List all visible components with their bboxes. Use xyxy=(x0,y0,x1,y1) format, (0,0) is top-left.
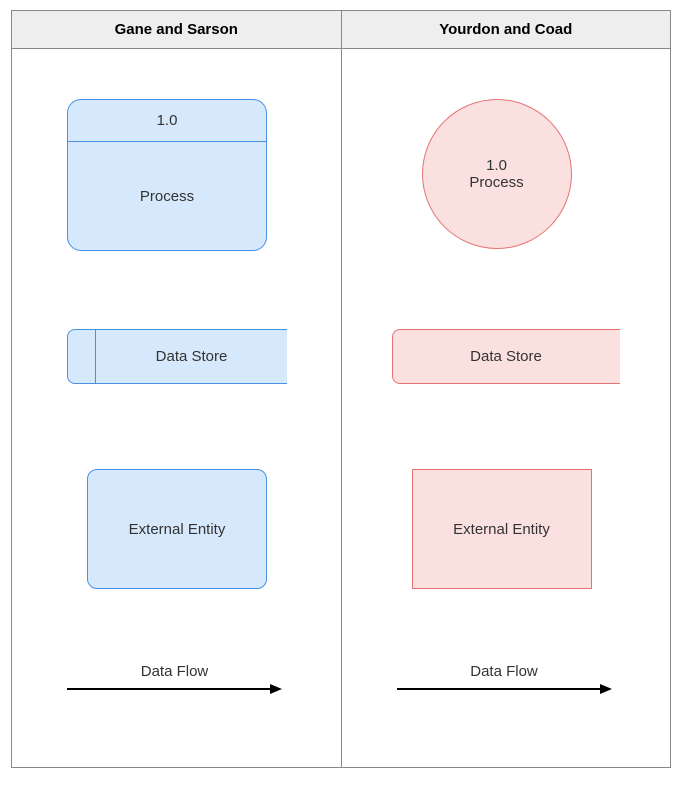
column-gane-sarson: 1.0 Process Data Store External Entity D… xyxy=(12,49,342,767)
comparison-table: Gane and Sarson Yourdon and Coad 1.0 Pro… xyxy=(11,10,671,768)
yc-dataflow: Data Flow xyxy=(397,663,612,694)
gs-datastore-label: Data Store xyxy=(96,348,287,365)
gs-external-entity-shape: External Entity xyxy=(87,469,267,589)
header-gane-sarson: Gane and Sarson xyxy=(12,11,342,48)
yc-external-entity-shape: External Entity xyxy=(412,469,592,589)
header-yourdon-coad: Yourdon and Coad xyxy=(342,11,671,48)
arrow-line xyxy=(67,688,270,690)
arrow-head-icon xyxy=(600,684,612,694)
gs-datastore-bar xyxy=(68,330,96,383)
body-row: 1.0 Process Data Store External Entity D… xyxy=(12,49,670,767)
arrow-line xyxy=(397,688,600,690)
gs-process-id: 1.0 xyxy=(68,100,266,142)
yc-process-shape: 1.0 Process xyxy=(422,99,572,249)
header-row: Gane and Sarson Yourdon and Coad xyxy=(12,11,670,49)
gs-process-label: Process xyxy=(68,142,266,250)
yc-process-label: Process xyxy=(469,174,523,191)
gs-datastore-shape: Data Store xyxy=(67,329,287,384)
column-yourdon-coad: 1.0 Process Data Store External Entity D… xyxy=(342,49,671,767)
arrow-icon xyxy=(67,684,282,694)
arrow-icon xyxy=(397,684,612,694)
yc-datastore-shape: Data Store xyxy=(392,329,620,384)
arrow-head-icon xyxy=(270,684,282,694)
gs-process-shape: 1.0 Process xyxy=(67,99,267,251)
yc-dataflow-label: Data Flow xyxy=(397,663,612,680)
gs-dataflow: Data Flow xyxy=(67,663,282,694)
gs-dataflow-label: Data Flow xyxy=(67,663,282,680)
yc-process-id: 1.0 xyxy=(486,157,507,174)
